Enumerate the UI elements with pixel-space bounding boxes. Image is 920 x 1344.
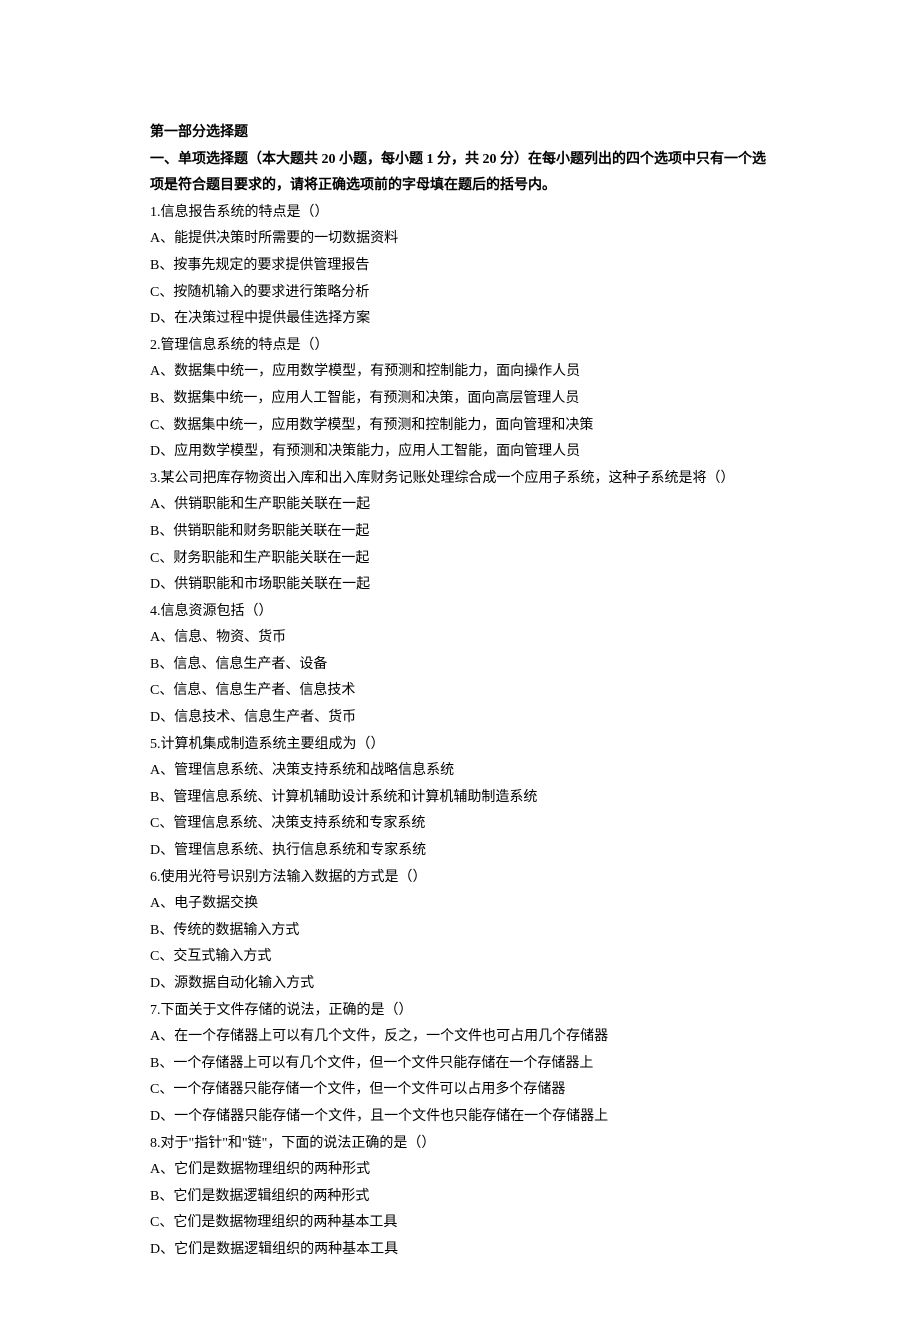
question-stem: 7.下面关于文件存储的说法，正确的是（） xyxy=(150,998,770,1025)
question-option: D、信息技术、信息生产者、货币 xyxy=(150,705,770,732)
question-option: C、它们是数据物理组织的两种基本工具 xyxy=(150,1210,770,1237)
question-option: D、在决策过程中提供最佳选择方案 xyxy=(150,306,770,333)
question-option: C、一个存储器只能存储一个文件，但一个文件可以占用多个存储器 xyxy=(150,1077,770,1104)
question-option: B、供销职能和财务职能关联在一起 xyxy=(150,519,770,546)
question-option: A、电子数据交换 xyxy=(150,891,770,918)
question-stem: 2.管理信息系统的特点是（） xyxy=(150,333,770,360)
question-block: 2.管理信息系统的特点是（）A、数据集中统一，应用数学模型，有预测和控制能力，面… xyxy=(150,333,770,466)
question-option: A、能提供决策时所需要的一切数据资料 xyxy=(150,226,770,253)
question-block: 4.信息资源包括（）A、信息、物资、货币B、信息、信息生产者、设备C、信息、信息… xyxy=(150,599,770,732)
question-option: D、供销职能和市场职能关联在一起 xyxy=(150,572,770,599)
question-option: D、源数据自动化输入方式 xyxy=(150,971,770,998)
question-block: 5.计算机集成制造系统主要组成为（）A、管理信息系统、决策支持系统和战略信息系统… xyxy=(150,732,770,865)
question-option: B、管理信息系统、计算机辅助设计系统和计算机辅助制造系统 xyxy=(150,785,770,812)
section-title: 第一部分选择题 xyxy=(150,120,770,147)
instructions: 一、单项选择题（本大题共 20 小题，每小题 1 分，共 20 分）在每小题列出… xyxy=(150,147,770,200)
question-option: D、管理信息系统、执行信息系统和专家系统 xyxy=(150,838,770,865)
question-block: 3.某公司把库存物资出入库和出入库财务记账处理综合成一个应用子系统，这种子系统是… xyxy=(150,466,770,599)
question-option: A、供销职能和生产职能关联在一起 xyxy=(150,492,770,519)
question-option: D、它们是数据逻辑组织的两种基本工具 xyxy=(150,1237,770,1264)
question-option: A、它们是数据物理组织的两种形式 xyxy=(150,1157,770,1184)
question-option: B、数据集中统一，应用人工智能，有预测和决策，面向高层管理人员 xyxy=(150,386,770,413)
question-option: C、财务职能和生产职能关联在一起 xyxy=(150,546,770,573)
question-block: 1.信息报告系统的特点是（）A、能提供决策时所需要的一切数据资料B、按事先规定的… xyxy=(150,200,770,333)
question-block: 7.下面关于文件存储的说法，正确的是（）A、在一个存储器上可以有几个文件，反之，… xyxy=(150,998,770,1131)
question-option: C、管理信息系统、决策支持系统和专家系统 xyxy=(150,811,770,838)
question-option: A、信息、物资、货币 xyxy=(150,625,770,652)
question-stem: 4.信息资源包括（） xyxy=(150,599,770,626)
question-stem: 3.某公司把库存物资出入库和出入库财务记账处理综合成一个应用子系统，这种子系统是… xyxy=(150,466,770,493)
question-option: C、按随机输入的要求进行策略分析 xyxy=(150,280,770,307)
question-option: A、数据集中统一，应用数学模型，有预测和控制能力，面向操作人员 xyxy=(150,359,770,386)
question-stem: 5.计算机集成制造系统主要组成为（） xyxy=(150,732,770,759)
question-option: A、在一个存储器上可以有几个文件，反之，一个文件也可占用几个存储器 xyxy=(150,1024,770,1051)
question-option: A、管理信息系统、决策支持系统和战略信息系统 xyxy=(150,758,770,785)
question-block: 8.对于"指针"和"链"，下面的说法正确的是（）A、它们是数据物理组织的两种形式… xyxy=(150,1131,770,1264)
question-option: B、按事先规定的要求提供管理报告 xyxy=(150,253,770,280)
question-option: D、应用数学模型，有预测和决策能力，应用人工智能，面向管理人员 xyxy=(150,439,770,466)
question-option: C、信息、信息生产者、信息技术 xyxy=(150,678,770,705)
question-option: D、一个存储器只能存储一个文件，且一个文件也只能存储在一个存储器上 xyxy=(150,1104,770,1131)
question-option: B、信息、信息生产者、设备 xyxy=(150,652,770,679)
question-stem: 8.对于"指针"和"链"，下面的说法正确的是（） xyxy=(150,1131,770,1158)
question-option: C、交互式输入方式 xyxy=(150,944,770,971)
question-option: B、它们是数据逻辑组织的两种形式 xyxy=(150,1184,770,1211)
question-option: B、一个存储器上可以有几个文件，但一个文件只能存储在一个存储器上 xyxy=(150,1051,770,1078)
question-block: 6.使用光符号识别方法输入数据的方式是（）A、电子数据交换B、传统的数据输入方式… xyxy=(150,865,770,998)
question-stem: 6.使用光符号识别方法输入数据的方式是（） xyxy=(150,865,770,892)
questions-container: 1.信息报告系统的特点是（）A、能提供决策时所需要的一切数据资料B、按事先规定的… xyxy=(150,200,770,1264)
question-option: C、数据集中统一，应用数学模型，有预测和控制能力，面向管理和决策 xyxy=(150,413,770,440)
question-stem: 1.信息报告系统的特点是（） xyxy=(150,200,770,227)
question-option: B、传统的数据输入方式 xyxy=(150,918,770,945)
